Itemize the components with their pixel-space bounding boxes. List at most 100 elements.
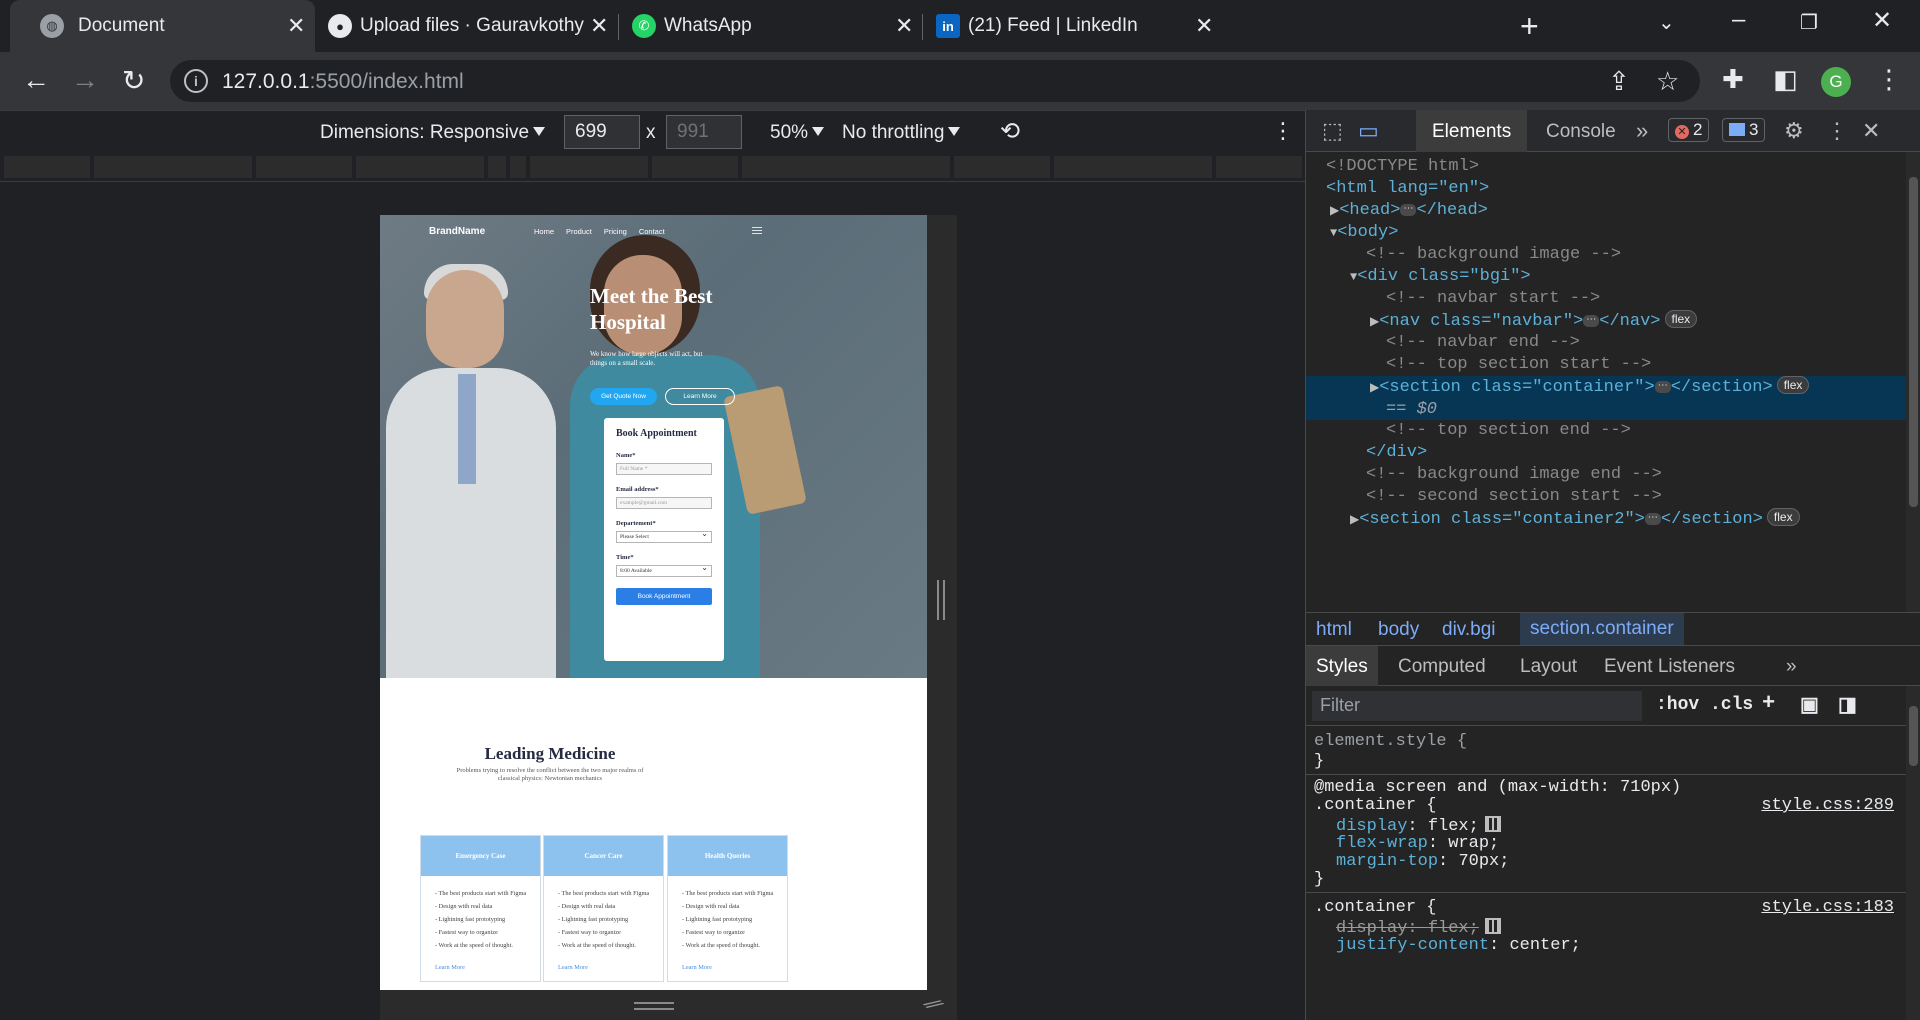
dom-line[interactable]: </div> <box>1306 442 1906 464</box>
flex-editor-icon[interactable] <box>1484 816 1501 832</box>
styles-scrollbar[interactable] <box>1906 686 1920 1020</box>
back-icon[interactable]: ← <box>22 64 50 96</box>
tab-event-listeners[interactable]: Event Listeners <box>1604 656 1735 678</box>
close-devtools-icon[interactable]: ✕ <box>1862 118 1880 144</box>
learn-more-button[interactable]: Learn More <box>665 388 735 405</box>
bookmark-star-icon[interactable]: ☆ <box>1656 66 1679 97</box>
dom-line[interactable]: ▼<div class="bgi"> <box>1306 266 1906 288</box>
nav-product[interactable]: Product <box>566 227 592 236</box>
tab-computed[interactable]: Computed <box>1398 656 1486 678</box>
zoom-dropdown[interactable]: 50% <box>770 122 825 144</box>
crumb-body[interactable]: body <box>1378 619 1419 641</box>
close-tab-icon[interactable]: ✕ <box>1195 13 1213 39</box>
rule-selector[interactable]: .container { <box>1314 796 1436 816</box>
dom-line[interactable]: <!DOCTYPE html> <box>1306 156 1906 178</box>
book-appointment-button[interactable]: Book Appointment <box>616 588 712 605</box>
resize-handle-right[interactable] <box>937 580 945 620</box>
side-panel-icon[interactable]: ◧ <box>1773 64 1798 95</box>
new-tab-icon[interactable]: + <box>1520 8 1539 45</box>
dom-line[interactable]: <!-- navbar start --> <box>1306 288 1906 310</box>
dom-line[interactable]: <!-- top section start --> <box>1306 354 1906 376</box>
width-input[interactable]: 699 <box>564 115 640 149</box>
element-style-rule[interactable]: element.style { <box>1314 732 1467 752</box>
learn-more-link[interactable]: Learn More <box>558 964 588 971</box>
cls-toggle[interactable]: .cls <box>1710 695 1753 715</box>
sidebar-toggle-icon[interactable]: ◨ <box>1838 692 1857 718</box>
dimensions-dropdown[interactable]: Dimensions: Responsive <box>320 122 546 144</box>
more-tabs-icon[interactable]: » <box>1636 118 1648 144</box>
paint-icon[interactable]: ▣ <box>1800 692 1819 718</box>
settings-gear-icon[interactable]: ⚙ <box>1784 118 1804 144</box>
hov-toggle[interactable]: :hov <box>1656 695 1699 715</box>
restore-icon[interactable]: ❐ <box>1800 10 1818 35</box>
get-quote-button[interactable]: Get Quote Now <box>590 388 657 405</box>
rule-selector[interactable]: .container { <box>1314 898 1436 918</box>
hamburger-icon[interactable] <box>752 227 762 236</box>
source-link[interactable]: style.css:289 <box>1761 796 1894 816</box>
nav-pricing[interactable]: Pricing <box>604 227 627 236</box>
resize-handle-bottom[interactable] <box>634 1002 674 1010</box>
tab-elements[interactable]: Elements <box>1416 110 1528 152</box>
minimize-icon[interactable]: – <box>1732 6 1745 34</box>
email-field[interactable]: example@gmail.com <box>616 497 712 509</box>
dom-scrollbar[interactable] <box>1906 152 1920 612</box>
close-window-icon[interactable]: ✕ <box>1872 6 1892 35</box>
crumb-section-container[interactable]: section.container <box>1520 613 1684 645</box>
dom-line[interactable]: ▶<head> ⋯ </head> <box>1306 200 1906 222</box>
error-count-badge[interactable]: ✕ 2 <box>1668 118 1710 142</box>
media-query-bar[interactable] <box>0 152 1305 182</box>
close-tab-icon[interactable]: ✕ <box>895 13 913 39</box>
dom-line[interactable]: <!-- background image end --> <box>1306 464 1906 486</box>
device-toggle-icon[interactable]: ▭ <box>1358 118 1379 144</box>
share-icon[interactable]: ⇪ <box>1608 66 1630 97</box>
url-text[interactable]: 127.0.0.1:5500/index.html <box>222 70 464 94</box>
tab-linkedin[interactable]: in (21) Feed | LinkedIn ✕ <box>924 0 1224 52</box>
dom-line-selected[interactable]: ▶<section class="container"> ⋯ </section> f… <box>1306 376 1906 420</box>
tab-layout[interactable]: Layout <box>1520 656 1577 678</box>
address-bar[interactable]: i 127.0.0.1:5500/index.html ⇪ ☆ <box>170 60 1700 102</box>
reload-icon[interactable]: ↻ <box>122 64 145 97</box>
device-menu-icon[interactable]: ⋮ <box>1272 118 1294 144</box>
dom-line[interactable]: <!-- second section start --> <box>1306 486 1906 508</box>
css-declaration[interactable]: justify-content: center; <box>1314 936 1581 956</box>
css-declaration[interactable]: margin-top: 70px; <box>1314 852 1509 872</box>
time-select[interactable]: 8:00 Available <box>616 563 712 577</box>
close-tab-icon[interactable]: ✕ <box>287 13 305 39</box>
styles-filter-input[interactable]: Filter <box>1312 691 1642 721</box>
source-link[interactable]: style.css:183 <box>1761 898 1894 918</box>
dom-line[interactable]: <!-- background image --> <box>1306 244 1906 266</box>
dom-line[interactable]: ▶<section class="container2"> ⋯ </section>… <box>1306 508 1906 530</box>
tab-console[interactable]: Console <box>1546 121 1616 143</box>
inspect-icon[interactable]: ⬚ <box>1322 118 1343 144</box>
new-rule-icon[interactable]: + <box>1762 691 1775 716</box>
dom-line[interactable]: <!-- top section end --> <box>1306 420 1906 442</box>
message-count-badge[interactable]: 3 <box>1722 118 1766 142</box>
dom-line[interactable]: ▶<nav class="navbar"> ⋯ </nav> flex <box>1306 310 1906 332</box>
nav-contact[interactable]: Contact <box>639 227 665 236</box>
dom-line[interactable]: <!-- navbar end --> <box>1306 332 1906 354</box>
throttling-dropdown[interactable]: No throttling <box>842 122 961 144</box>
css-declaration[interactable]: flex-wrap: wrap; <box>1314 834 1499 854</box>
tab-search-icon[interactable]: ⌄ <box>1658 10 1675 35</box>
crumb-html[interactable]: html <box>1316 619 1352 641</box>
crumb-div-bgi[interactable]: div.bgi <box>1442 619 1496 641</box>
rotate-icon[interactable]: ⟲ <box>1000 117 1020 146</box>
learn-more-link[interactable]: Learn More <box>682 964 712 971</box>
flex-editor-icon[interactable] <box>1484 918 1501 934</box>
learn-more-link[interactable]: Learn More <box>435 964 465 971</box>
tab-styles[interactable]: Styles <box>1306 646 1378 686</box>
menu-icon[interactable]: ⋮ <box>1876 64 1902 95</box>
department-select[interactable]: Please Select <box>616 529 712 543</box>
extensions-icon[interactable]: ✚ <box>1722 64 1744 95</box>
name-field[interactable]: Full Name * <box>616 463 712 475</box>
nav-home[interactable]: Home <box>534 227 554 236</box>
tab-document[interactable]: ◍ Document ✕ <box>10 0 315 52</box>
forward-icon[interactable]: → <box>71 64 99 96</box>
dom-line[interactable]: ▼<body> <box>1306 222 1906 244</box>
height-input[interactable]: 991 <box>666 115 742 149</box>
site-brand[interactable]: BrandName <box>429 226 485 237</box>
site-info-icon[interactable]: i <box>184 69 208 93</box>
tab-whatsapp[interactable]: ✆ WhatsApp ✕ <box>620 0 920 52</box>
devtools-menu-icon[interactable]: ⋮ <box>1826 118 1848 144</box>
close-tab-icon[interactable]: ✕ <box>590 13 608 39</box>
